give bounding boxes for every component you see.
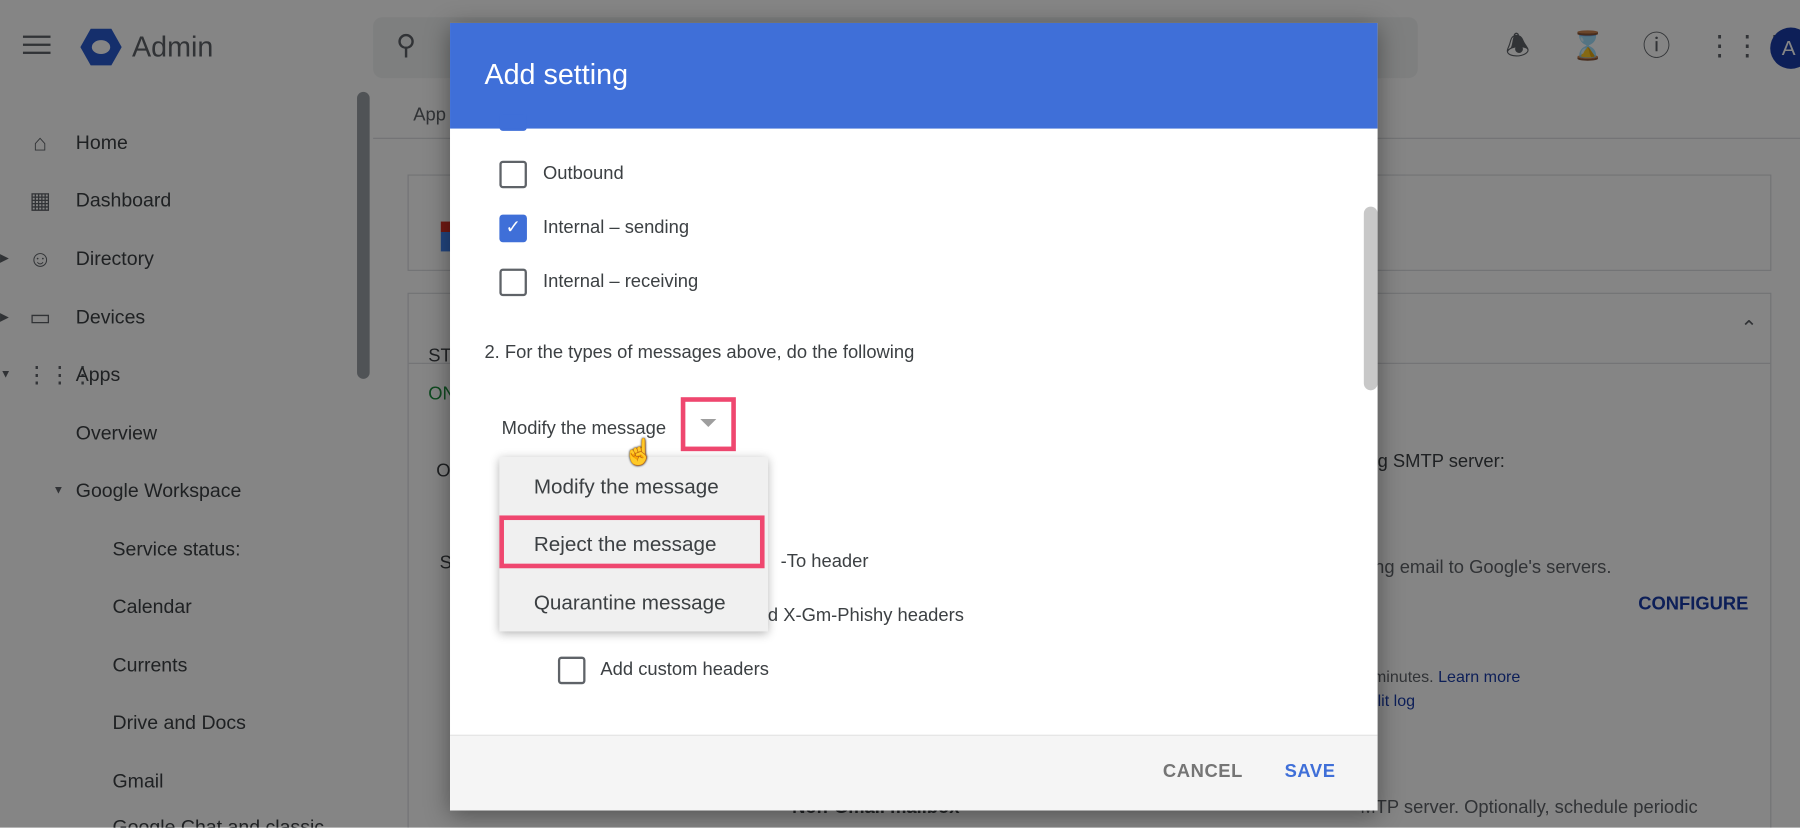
section-label: 2. For the types of messages above, do t… (484, 343, 915, 363)
hand-cursor-icon: ☝ (623, 437, 655, 467)
menu-item-quarantine[interactable]: Quarantine message (499, 574, 768, 631)
reply-to-header-label: -To header (780, 552, 869, 572)
outbound-checkbox[interactable] (499, 160, 527, 189)
phishy-headers-label: nd X-Gm-Phishy headers (757, 606, 964, 626)
internal-sending-checkbox[interactable]: ✓ (499, 214, 527, 243)
admin-console: Admin ⚲ 🕭 ⌛ ⓘ ⋮⋮⋮ A ⌂ Home ▦ Dashboard ▶ ☺… (0, 0, 1800, 828)
add-setting-dialog: Add setting Outbound ✓ Internal – sendin… (450, 22, 1378, 811)
dropdown-arrow-icon[interactable] (700, 419, 717, 428)
inbound-checkbox[interactable] (499, 112, 527, 131)
save-button[interactable]: SAVE (1285, 762, 1336, 783)
outbound-label: Outbound (543, 164, 624, 184)
dialog-title: Add setting (484, 58, 629, 91)
custom-headers-checkbox[interactable] (557, 656, 586, 685)
custom-headers-label: Add custom headers (600, 660, 769, 680)
internal-receiving-label: Internal – receiving (543, 272, 699, 292)
dialog-header: Add setting (450, 22, 1378, 129)
internal-sending-label: Internal – sending (543, 218, 690, 238)
internal-receiving-checkbox[interactable] (499, 268, 527, 297)
check-icon: ✓ (505, 218, 521, 238)
dialog-scrollbar[interactable] (1363, 206, 1378, 391)
reject-highlight-box (499, 515, 765, 569)
dropdown-highlight-box[interactable] (680, 397, 736, 452)
dialog-footer: CANCEL SAVE (450, 735, 1378, 811)
cancel-button[interactable]: CANCEL (1163, 762, 1243, 783)
